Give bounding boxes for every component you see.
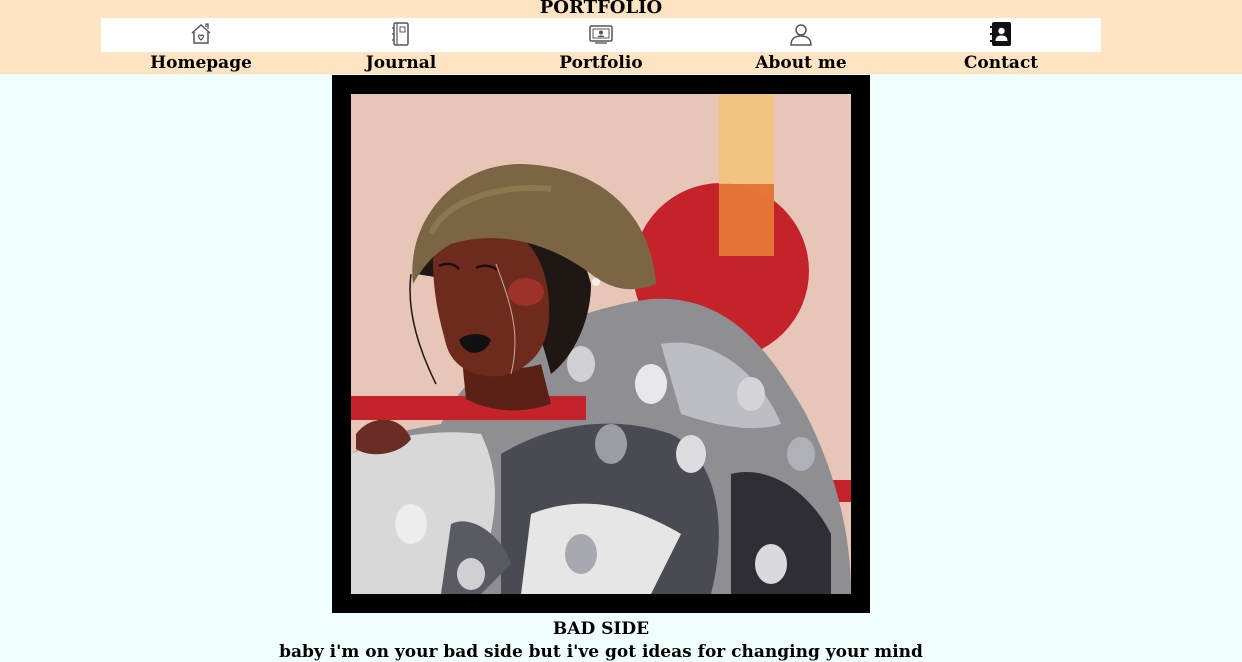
site-header: PORTFOLIO Homepage Journal Portfolio Abo… [0, 0, 1242, 74]
contact-book-icon [990, 22, 1011, 46]
person-icon [790, 24, 812, 46]
nav-item-homepage[interactable]: Homepage [101, 18, 301, 74]
notebook-icon [392, 22, 409, 46]
nav-item-portfolio[interactable]: Portfolio [501, 18, 701, 74]
nav-label-portfolio: Portfolio [559, 53, 643, 73]
artwork-caption: baby i'm on your bad side but i've got i… [279, 642, 923, 662]
site-title: PORTFOLIO [539, 0, 663, 18]
nav-label-about-me: About me [755, 53, 847, 73]
artwork-image[interactable] [351, 94, 851, 594]
nav-item-about-me[interactable]: About me [701, 18, 901, 74]
artwork-frame [332, 75, 870, 613]
artwork-illustration [351, 94, 851, 594]
house-heart-icon [191, 23, 211, 44]
nav-label-journal: Journal [365, 53, 437, 73]
artwork-title: BAD SIDE [552, 619, 650, 639]
nav-label-contact: Contact [963, 53, 1039, 73]
nav-label-homepage: Homepage [150, 53, 252, 73]
nav-item-contact[interactable]: Contact [901, 18, 1101, 74]
portfolio-screen-icon [589, 25, 613, 44]
nav-item-journal[interactable]: Journal [301, 18, 501, 74]
